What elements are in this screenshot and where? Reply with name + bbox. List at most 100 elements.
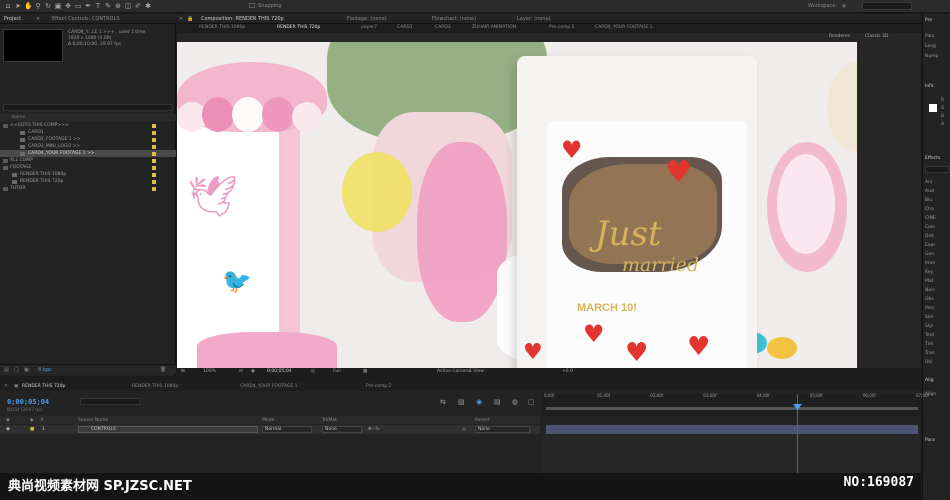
timeline-tab-active[interactable]: RENDER THIS 720p xyxy=(22,384,65,389)
type-tool-icon[interactable]: T xyxy=(94,2,102,10)
palette-label[interactable]: Pala xyxy=(925,34,934,39)
magnification-icon[interactable]: ⊞ xyxy=(181,369,185,374)
tab-comp[interactable]: Pre-comp 2 xyxy=(549,25,575,30)
trash-icon[interactable]: 🗑 xyxy=(160,367,166,373)
layer-row[interactable]: ◉ ■ 1 CONTROLS Normal None ✱ ⁄ fx ◎ None xyxy=(0,425,540,434)
effects-panel-label[interactable]: Effects xyxy=(925,156,940,161)
project-item[interactable]: RENDER THIS 1080p xyxy=(0,171,176,178)
column-parent[interactable]: Parent xyxy=(475,418,489,423)
column-trkmat[interactable]: TrkMat xyxy=(322,418,337,423)
effects-category[interactable]: Sim xyxy=(925,315,934,320)
trkmat-dropdown[interactable]: None xyxy=(322,426,362,433)
tab-effect-controls[interactable]: Effect Controls: CONTROLS xyxy=(52,16,120,22)
mode-dropdown[interactable]: Normal xyxy=(262,426,312,433)
timeline-tab[interactable]: CARD4_YOUR FOOTAGE 1 xyxy=(240,384,298,389)
project-item[interactable]: <<GOTO THIS COMP>>> xyxy=(0,122,176,129)
hand-tool-icon[interactable]: ✋ xyxy=(24,2,33,10)
snapshot-icon[interactable]: ◎ xyxy=(311,369,315,374)
project-item[interactable]: CARD1 xyxy=(0,129,176,136)
effects-category[interactable]: Imm xyxy=(925,261,935,266)
mask-tool-icon[interactable]: ▭ xyxy=(74,2,82,10)
effects-category[interactable]: Mat xyxy=(925,279,933,284)
layer-name-field[interactable]: CONTROLS xyxy=(78,426,258,433)
effects-category[interactable]: Ani xyxy=(925,180,932,185)
resolution-select[interactable]: Full xyxy=(333,369,341,374)
column-mode[interactable]: Mode xyxy=(262,418,274,423)
rotate-tool-icon[interactable]: ↻ xyxy=(44,2,52,10)
effects-category[interactable]: CINE xyxy=(925,216,936,221)
number-label[interactable]: Nump xyxy=(925,54,938,59)
effects-category[interactable]: Styl xyxy=(925,324,934,329)
new-folder-icon[interactable]: ▢ xyxy=(14,367,19,373)
effects-category[interactable]: Nois xyxy=(925,288,935,293)
views-select[interactable]: 1 View xyxy=(469,369,484,374)
visibility-eye-icon[interactable]: ◉ xyxy=(6,427,10,432)
effects-category[interactable]: Expr xyxy=(925,243,935,248)
effects-category[interactable]: Util xyxy=(925,360,933,365)
info-panel-label[interactable]: Info xyxy=(925,84,934,89)
tab-project[interactable]: Project xyxy=(4,16,21,22)
tab-comp[interactable]: RENDER THIS 1080p xyxy=(199,25,245,30)
lock-icon[interactable]: 🔒 xyxy=(187,16,193,22)
effects-category[interactable]: Cha xyxy=(925,207,934,212)
region-icon[interactable]: ▦ xyxy=(363,369,367,374)
interpret-footage-icon[interactable]: ▤ xyxy=(4,367,9,373)
snapping-checkbox[interactable]: ☐ xyxy=(248,2,256,10)
project-search-input[interactable] xyxy=(3,104,173,111)
exposure-value[interactable]: +0.0 xyxy=(562,369,573,374)
new-comp-icon[interactable]: ▣ xyxy=(24,367,29,373)
tab-layer[interactable]: Layer: (none) xyxy=(517,16,551,22)
effects-search-input[interactable] xyxy=(925,166,949,173)
tab-composition[interactable]: Composition: RENDER THIS 720p xyxy=(201,16,284,22)
timeline-tab[interactable]: RENDER THIS 1080p xyxy=(132,384,178,389)
preview-panel-label[interactable]: Pre xyxy=(925,18,932,23)
effects-category[interactable]: Pers xyxy=(925,306,935,311)
project-item[interactable]: TUTOR xyxy=(0,185,176,192)
pan-behind-tool-icon[interactable]: ✥ xyxy=(64,2,72,10)
effects-category[interactable]: Key xyxy=(925,270,933,275)
effects-category[interactable]: Text xyxy=(925,333,934,338)
shy-icon[interactable]: ◉ xyxy=(476,398,482,406)
composition-viewer[interactable]: 🕊 🐦 Just married MARCH 10! ♥ ♥ ♥ ♥ ♥ ♥ xyxy=(177,42,857,368)
work-area-bar[interactable] xyxy=(546,407,918,410)
selection-tool-icon[interactable]: ➤ xyxy=(14,2,22,10)
eraser-tool-icon[interactable]: ◫ xyxy=(124,2,132,10)
effects-category[interactable]: Dist xyxy=(925,234,934,239)
effects-category[interactable]: Blu xyxy=(925,198,932,203)
magnification-value[interactable]: 100% xyxy=(203,369,216,374)
camera-snapshot-icon[interactable]: ◉ xyxy=(251,369,255,374)
layer-duration-bar[interactable] xyxy=(546,425,918,434)
search-help-field[interactable] xyxy=(862,2,912,10)
align-panel-label[interactable]: Alig xyxy=(925,378,933,383)
effects-category[interactable]: Tim xyxy=(925,342,933,347)
close-icon[interactable]: ✕ xyxy=(179,16,183,22)
timeline-tab[interactable]: Pre-comp 2 xyxy=(366,384,392,389)
project-item[interactable]: RENDER THIS 720p xyxy=(0,178,176,185)
column-source-name[interactable]: Source Name xyxy=(78,418,108,423)
camera-tool-icon[interactable]: ▣ xyxy=(54,2,62,10)
tab-comp[interactable]: ZUHAIR ANIMATION xyxy=(472,25,516,30)
length-label[interactable]: Leng xyxy=(925,44,936,49)
tab-flowchart[interactable]: Flowchart: (none) xyxy=(432,16,476,22)
project-item[interactable]: CARD2_FOOTAGE 1 >> xyxy=(0,136,176,143)
timeline-current-time[interactable]: 0;00;05;04 xyxy=(7,398,49,406)
effects-category[interactable]: Colo xyxy=(925,225,935,230)
zoom-tool-icon[interactable]: ⚲ xyxy=(34,2,42,10)
close-icon[interactable]: ✕ xyxy=(4,384,8,389)
tab-comp[interactable]: CARD1 xyxy=(397,25,413,30)
tab-comp[interactable]: CARD4_YOUR FOOTAGE 1 xyxy=(595,25,653,30)
motion-blur-icon[interactable]: ◍ xyxy=(512,398,518,406)
project-item[interactable]: FOOTAGE xyxy=(0,164,176,171)
tab-comp[interactable]: CARD3 xyxy=(435,25,451,30)
frame-blending-icon[interactable]: ▤ xyxy=(494,398,501,406)
home-icon[interactable]: ⌂ xyxy=(4,2,12,10)
pen-tool-icon[interactable]: ✒ xyxy=(84,2,92,10)
brush-tool-icon[interactable]: ✎ xyxy=(104,2,112,10)
stamp-tool-icon[interactable]: ⊕ xyxy=(114,2,122,10)
project-item-selected[interactable]: CARD4_YOUR FOOTAGE 1 >> xyxy=(0,150,176,157)
renderer-value[interactable]: Classic 3D xyxy=(865,34,888,39)
switches-icons[interactable]: ✱ ⁄ fx xyxy=(368,427,380,432)
camera-select[interactable]: Active Camera xyxy=(437,369,470,374)
project-item[interactable]: ALL COMP xyxy=(0,157,176,164)
graph-editor-icon[interactable]: ▢ xyxy=(528,398,535,406)
